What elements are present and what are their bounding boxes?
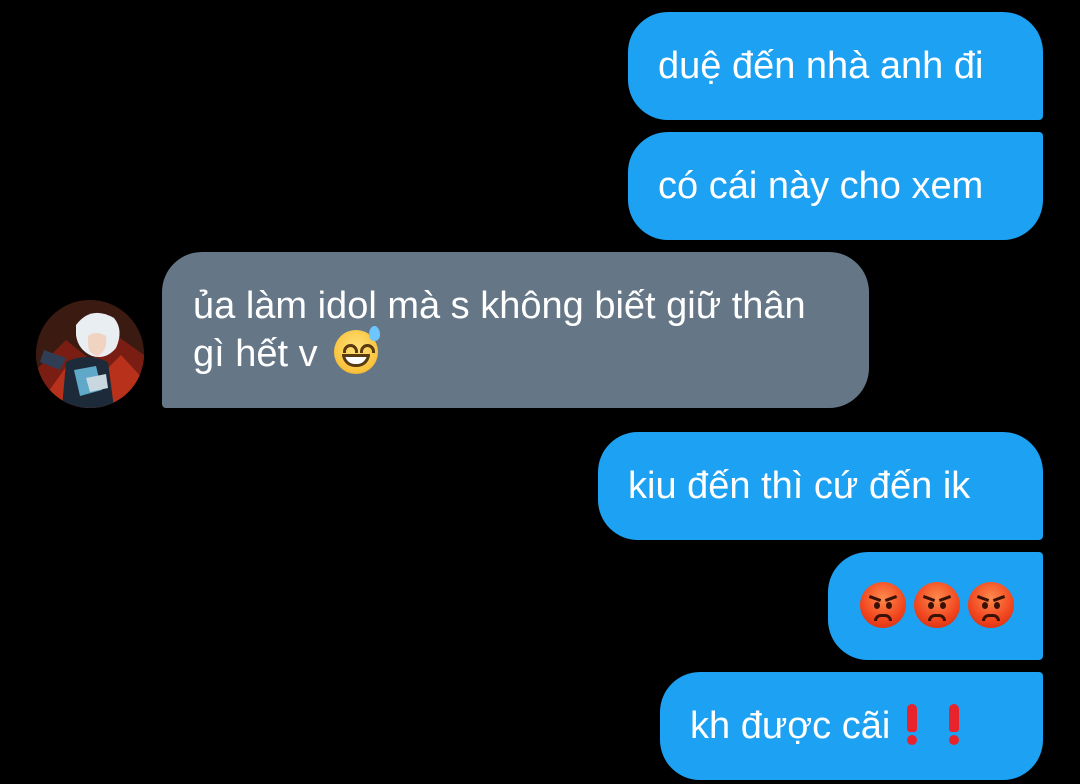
contact-avatar[interactable] [36,300,144,408]
outgoing-message-bubble[interactable]: duệ đến nhà anh đi [628,12,1043,120]
message-text: kh được cãi [690,705,891,747]
incoming-message-bubble[interactable]: ủa làm idol mà s không biết giữ thân gì … [162,252,869,408]
message-text: duệ đến nhà anh đi [658,45,984,87]
message-text: có cái này cho xem [658,165,984,207]
exclamation-mark-icon [906,704,918,745]
grinning-face-with-sweat-icon [334,326,381,374]
message-text: ủa làm idol mà s không biết giữ thân gì … [193,285,806,375]
exclamation-mark-icon [948,704,960,745]
pouting-face-icon [914,582,960,628]
outgoing-message-bubble[interactable]: kh được cãi [660,672,1043,780]
chat-thread: duệ đến nhà anh đi có cái này cho xem ủa… [0,0,1080,784]
pouting-face-icon [860,582,906,628]
outgoing-emoji-bubble[interactable] [828,552,1043,660]
message-text: kiu đến thì cứ đến ik [628,465,971,507]
pouting-face-icon [968,582,1014,628]
outgoing-message-bubble[interactable]: có cái này cho xem [628,132,1043,240]
outgoing-message-bubble[interactable]: kiu đến thì cứ đến ik [598,432,1043,540]
avatar-image [36,300,144,408]
